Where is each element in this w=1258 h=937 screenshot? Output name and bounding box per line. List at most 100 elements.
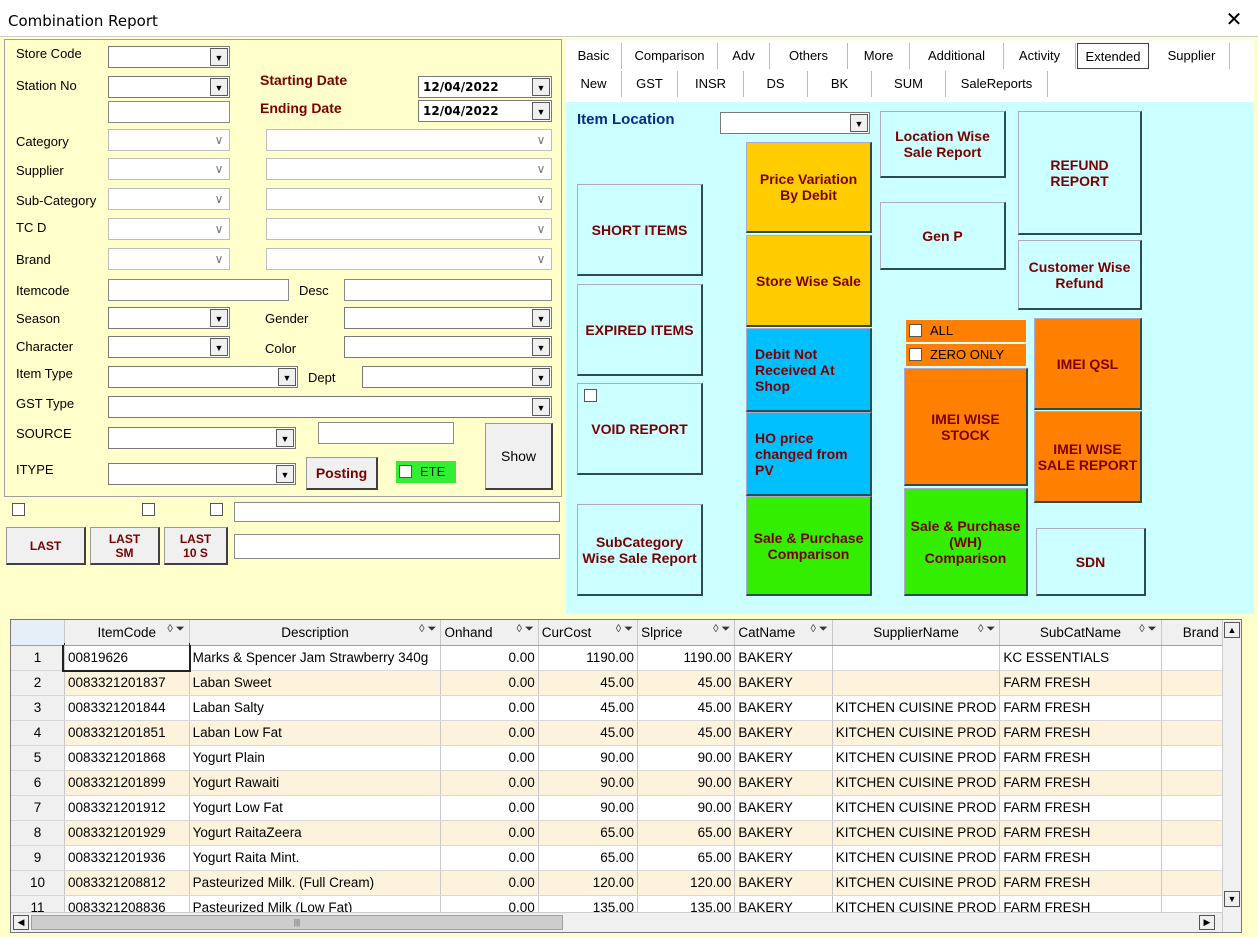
scroll-up-icon[interactable]: ▲: [1224, 622, 1240, 638]
color-combo[interactable]: ▼: [344, 336, 552, 358]
subcategory-wise-sale-report-button[interactable]: SubCategory Wise Sale Report: [577, 504, 703, 596]
table-cell[interactable]: 0.00: [440, 645, 539, 671]
table-cell[interactable]: 45.00: [538, 670, 639, 696]
last-sm-button[interactable]: LAST SM: [90, 527, 160, 565]
tab-basic[interactable]: Basic: [566, 43, 622, 69]
last-button[interactable]: LAST: [6, 527, 86, 565]
table-cell[interactable]: 120.00: [637, 870, 736, 896]
imei-wise-sale-report-button[interactable]: IMEI WISE SALE REPORT: [1034, 411, 1142, 503]
brand-combo[interactable]: ∨: [108, 248, 230, 270]
column-header-subcatname[interactable]: SubCatName ◊ ⏷: [999, 620, 1162, 646]
row-number-cell[interactable]: 4: [11, 720, 65, 746]
void-report-checkbox-mark[interactable]: [584, 389, 597, 402]
dropdown-arrow-icon[interactable]: ▼: [278, 368, 296, 386]
table-cell[interactable]: Marks & Spencer Jam Strawberry 340g: [189, 645, 442, 671]
zero-only-checkbox[interactable]: [909, 348, 922, 361]
row-number-cell[interactable]: 10: [11, 870, 65, 896]
table-cell[interactable]: BAKERY: [734, 820, 833, 846]
table-cell[interactable]: Pasteurized Milk. (Full Cream): [189, 870, 442, 896]
table-cell[interactable]: 0083321201929: [64, 820, 190, 846]
table-cell[interactable]: KITCHEN CUISINE PROD: [832, 795, 1001, 821]
table-cell[interactable]: BAKERY: [734, 745, 833, 771]
table-cell[interactable]: 90.00: [538, 745, 639, 771]
table-cell[interactable]: 0.00: [440, 770, 539, 796]
table-cell[interactable]: 00819626: [62, 643, 192, 672]
dropdown-arrow-icon[interactable]: ▼: [532, 102, 550, 120]
source-combo[interactable]: ▼: [108, 427, 296, 449]
table-cell[interactable]: 0083321201936: [64, 845, 190, 871]
table-cell[interactable]: 90.00: [637, 795, 736, 821]
column-header-catname[interactable]: CatName ◊ ⏷: [734, 620, 833, 646]
table-cell[interactable]: Yogurt Raita Mint.: [189, 845, 442, 871]
sort-filter-icon[interactable]: ◊ ⏷: [167, 623, 184, 636]
table-cell[interactable]: [832, 670, 1001, 696]
ete-toggle[interactable]: ETE: [396, 461, 456, 483]
starting-date-picker[interactable]: 12/04/2022 ▼: [418, 76, 552, 98]
sub-category-desc-combo[interactable]: ∨: [266, 188, 552, 210]
table-cell[interactable]: BAKERY: [734, 645, 833, 671]
info-field-bottom[interactable]: [234, 534, 560, 559]
table-cell[interactable]: FARM FRESH: [999, 870, 1162, 896]
info-field-top[interactable]: [234, 502, 560, 522]
table-cell[interactable]: 65.00: [538, 820, 639, 846]
table-cell[interactable]: 45.00: [637, 670, 736, 696]
table-cell[interactable]: Laban Sweet: [189, 670, 442, 696]
show-button[interactable]: Show: [485, 423, 553, 490]
dropdown-arrow-icon[interactable]: ▼: [850, 114, 868, 132]
table-cell[interactable]: Laban Low Fat: [189, 720, 442, 746]
category-combo[interactable]: ∨: [108, 129, 230, 151]
chevron-down-icon[interactable]: ∨: [532, 131, 550, 149]
tab-new[interactable]: New: [566, 71, 622, 97]
table-row[interactable]: 9 0083321201936 Yogurt Raita Mint. 0.00 65.0…: [11, 845, 1241, 871]
dropdown-arrow-icon[interactable]: ▼: [210, 309, 228, 327]
table-cell[interactable]: KITCHEN CUISINE PROD: [832, 745, 1001, 771]
tab-gst[interactable]: GST: [622, 71, 678, 97]
table-cell[interactable]: KITCHEN CUISINE PROD: [832, 845, 1001, 871]
store-code-combo[interactable]: ▼: [108, 46, 230, 68]
dept-combo[interactable]: ▼: [362, 366, 552, 388]
table-cell[interactable]: 0083321201912: [64, 795, 190, 821]
posting-button[interactable]: Posting: [306, 457, 378, 490]
column-header-suppliername[interactable]: SupplierName ◊ ⏷: [832, 620, 1001, 646]
row-number-cell[interactable]: 7: [11, 795, 65, 821]
table-cell[interactable]: 0.00: [440, 845, 539, 871]
chevron-down-icon[interactable]: ∨: [532, 250, 550, 268]
table-cell[interactable]: 45.00: [637, 720, 736, 746]
table-cell[interactable]: 0.00: [440, 820, 539, 846]
desc-input[interactable]: [344, 279, 552, 301]
gender-combo[interactable]: ▼: [344, 307, 552, 329]
table-cell[interactable]: 1190.00: [538, 645, 639, 671]
table-cell[interactable]: 0.00: [440, 720, 539, 746]
table-cell[interactable]: KITCHEN CUISINE PROD: [832, 695, 1001, 721]
tab-comparison[interactable]: Comparison: [622, 43, 718, 69]
row-number-cell[interactable]: 6: [11, 770, 65, 796]
item-location-combo[interactable]: ▼: [720, 112, 870, 134]
tab-bk[interactable]: BK: [808, 71, 872, 97]
table-cell[interactable]: 0083321208812: [64, 870, 190, 896]
table-cell[interactable]: 1190.00: [637, 645, 736, 671]
season-combo[interactable]: ▼: [108, 307, 230, 329]
table-row[interactable]: 10 0083321208812 Pasteurized Milk. (Full C…: [11, 870, 1241, 896]
table-cell[interactable]: 0083321201837: [64, 670, 190, 696]
table-cell[interactable]: 0.00: [440, 745, 539, 771]
location-wise-sale-report-button[interactable]: Location Wise Sale Report: [880, 111, 1006, 178]
imei-qsl-button[interactable]: IMEI QSL: [1034, 318, 1142, 410]
sale-purchase-wh-comparison-button[interactable]: Sale & Purchase (WH) Comparison: [904, 488, 1028, 596]
all-checkbox[interactable]: [909, 324, 922, 337]
scroll-down-icon[interactable]: ▼: [1224, 891, 1240, 907]
table-cell[interactable]: KITCHEN CUISINE PROD: [832, 820, 1001, 846]
dropdown-arrow-icon[interactable]: ▼: [532, 368, 550, 386]
table-cell[interactable]: 90.00: [637, 745, 736, 771]
table-row[interactable]: 2 0083321201837 Laban Sweet 0.00 45.00 45.00 B…: [11, 670, 1241, 696]
last-10s-checkbox[interactable]: [210, 503, 223, 516]
gen-p-button[interactable]: Gen P: [880, 202, 1006, 270]
dropdown-arrow-icon[interactable]: ▼: [210, 338, 228, 356]
table-cell[interactable]: FARM FRESH: [999, 820, 1162, 846]
table-cell[interactable]: 0.00: [440, 695, 539, 721]
table-cell[interactable]: 45.00: [538, 695, 639, 721]
price-variation-by-debit-button[interactable]: Price Variation By Debit: [746, 142, 872, 233]
sort-filter-icon[interactable]: ◊ ⏷: [811, 623, 828, 636]
table-row[interactable]: 6 0083321201899 Yogurt Rawaiti 0.00 90.00 90.…: [11, 770, 1241, 796]
sale-purchase-comparison-button[interactable]: Sale & Purchase Comparison: [746, 496, 872, 596]
item-type-combo[interactable]: ▼: [108, 366, 298, 388]
